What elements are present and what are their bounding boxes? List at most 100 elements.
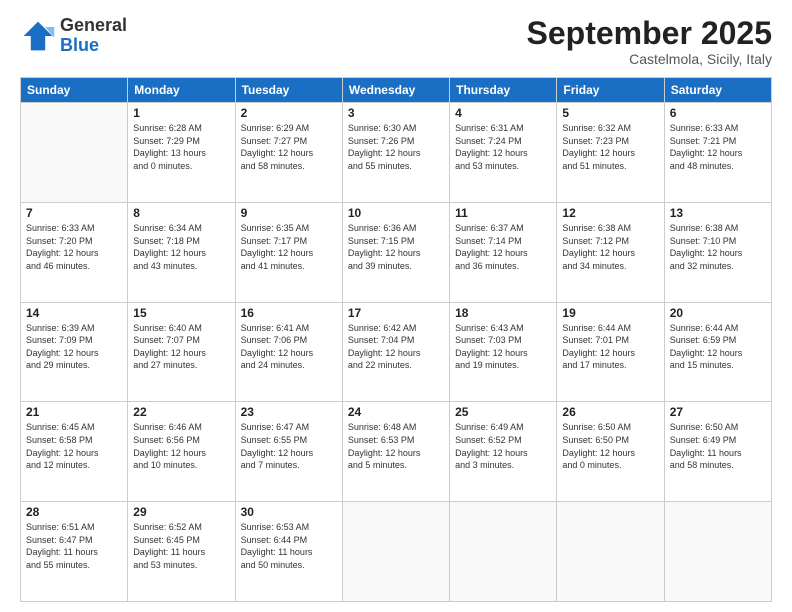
calendar-week-row: 1Sunrise: 6:28 AM Sunset: 7:29 PM Daylig…	[21, 103, 772, 203]
day-info: Sunrise: 6:52 AM Sunset: 6:45 PM Dayligh…	[133, 521, 229, 571]
day-info: Sunrise: 6:50 AM Sunset: 6:49 PM Dayligh…	[670, 421, 766, 471]
logo-icon	[20, 18, 56, 54]
day-number: 30	[241, 505, 337, 519]
day-number: 24	[348, 405, 444, 419]
calendar-cell: 4 Sunrise: 6:31 AM Sunset: 7:24 PM Daylig…	[450, 103, 557, 203]
day-info: Sunrise: 6:48 AM Sunset: 6:53 PM Dayligh…	[348, 421, 444, 471]
day-number: 25	[455, 405, 551, 419]
calendar-cell	[557, 502, 664, 602]
calendar-week-row: 21 Sunrise: 6:45 AM Sunset: 6:58 PM Dayli…	[21, 402, 772, 502]
day-info: Sunrise: 6:38 AM Sunset: 7:12 PM Dayligh…	[562, 222, 658, 272]
calendar-cell: 21 Sunrise: 6:45 AM Sunset: 6:58 PM Dayli…	[21, 402, 128, 502]
day-info: Sunrise: 6:32 AM Sunset: 7:23 PM Dayligh…	[562, 122, 658, 172]
header: General Blue September 2025 Castelmola, …	[20, 16, 772, 67]
day-number: 11	[455, 206, 551, 220]
calendar-week-row: 7Sunrise: 6:33 AM Sunset: 7:20 PM Daylig…	[21, 202, 772, 302]
title-block: September 2025 Castelmola, Sicily, Italy	[527, 16, 772, 67]
calendar-cell	[342, 502, 449, 602]
col-header-wednesday: Wednesday	[342, 78, 449, 103]
day-info: Sunrise: 6:37 AM Sunset: 7:14 PM Dayligh…	[455, 222, 551, 272]
calendar-cell: 19 Sunrise: 6:44 AM Sunset: 7:01 PM Dayli…	[557, 302, 664, 402]
day-info: Sunrise: 6:31 AM Sunset: 7:24 PM Dayligh…	[455, 122, 551, 172]
logo: General Blue	[20, 16, 127, 56]
day-info: Sunrise: 6:34 AM Sunset: 7:18 PM Dayligh…	[133, 222, 229, 272]
day-number: 3	[348, 106, 444, 120]
col-header-tuesday: Tuesday	[235, 78, 342, 103]
day-number: 21	[26, 405, 122, 419]
day-info: Sunrise: 6:28 AM Sunset: 7:29 PM Dayligh…	[133, 122, 229, 172]
day-number: 12	[562, 206, 658, 220]
col-header-monday: Monday	[128, 78, 235, 103]
day-info: Sunrise: 6:49 AM Sunset: 6:52 PM Dayligh…	[455, 421, 551, 471]
calendar-week-row: 28 Sunrise: 6:51 AM Sunset: 6:47 PM Dayli…	[21, 502, 772, 602]
calendar-cell: 27 Sunrise: 6:50 AM Sunset: 6:49 PM Dayli…	[664, 402, 771, 502]
day-info: Sunrise: 6:40 AM Sunset: 7:07 PM Dayligh…	[133, 322, 229, 372]
day-info: Sunrise: 6:53 AM Sunset: 6:44 PM Dayligh…	[241, 521, 337, 571]
calendar-cell: 28 Sunrise: 6:51 AM Sunset: 6:47 PM Dayli…	[21, 502, 128, 602]
day-info: Sunrise: 6:35 AM Sunset: 7:17 PM Dayligh…	[241, 222, 337, 272]
day-info: Sunrise: 6:50 AM Sunset: 6:50 PM Dayligh…	[562, 421, 658, 471]
day-info: Sunrise: 6:44 AM Sunset: 6:59 PM Dayligh…	[670, 322, 766, 372]
day-number: 20	[670, 306, 766, 320]
day-info: Sunrise: 6:51 AM Sunset: 6:47 PM Dayligh…	[26, 521, 122, 571]
calendar-header-row: SundayMondayTuesdayWednesdayThursdayFrid…	[21, 78, 772, 103]
calendar-cell: 12 Sunrise: 6:38 AM Sunset: 7:12 PM Dayli…	[557, 202, 664, 302]
col-header-friday: Friday	[557, 78, 664, 103]
day-info: Sunrise: 6:30 AM Sunset: 7:26 PM Dayligh…	[348, 122, 444, 172]
day-number: 16	[241, 306, 337, 320]
calendar-cell: 29 Sunrise: 6:52 AM Sunset: 6:45 PM Dayli…	[128, 502, 235, 602]
calendar-cell: 7Sunrise: 6:33 AM Sunset: 7:20 PM Daylig…	[21, 202, 128, 302]
day-number: 23	[241, 405, 337, 419]
calendar-cell: 17Sunrise: 6:42 AM Sunset: 7:04 PM Dayli…	[342, 302, 449, 402]
day-number: 5	[562, 106, 658, 120]
location-subtitle: Castelmola, Sicily, Italy	[527, 51, 772, 67]
calendar-cell: 8 Sunrise: 6:34 AM Sunset: 7:18 PM Daylig…	[128, 202, 235, 302]
col-header-sunday: Sunday	[21, 78, 128, 103]
day-info: Sunrise: 6:38 AM Sunset: 7:10 PM Dayligh…	[670, 222, 766, 272]
day-number: 14	[26, 306, 122, 320]
day-info: Sunrise: 6:41 AM Sunset: 7:06 PM Dayligh…	[241, 322, 337, 372]
day-number: 8	[133, 206, 229, 220]
calendar-cell	[450, 502, 557, 602]
calendar-cell: 18Sunrise: 6:43 AM Sunset: 7:03 PM Dayli…	[450, 302, 557, 402]
day-info: Sunrise: 6:33 AM Sunset: 7:21 PM Dayligh…	[670, 122, 766, 172]
calendar-week-row: 14 Sunrise: 6:39 AM Sunset: 7:09 PM Dayli…	[21, 302, 772, 402]
day-number: 13	[670, 206, 766, 220]
calendar-cell: 10 Sunrise: 6:36 AM Sunset: 7:15 PM Dayli…	[342, 202, 449, 302]
day-info: Sunrise: 6:36 AM Sunset: 7:15 PM Dayligh…	[348, 222, 444, 272]
day-number: 6	[670, 106, 766, 120]
day-number: 19	[562, 306, 658, 320]
day-info: Sunrise: 6:46 AM Sunset: 6:56 PM Dayligh…	[133, 421, 229, 471]
day-info: Sunrise: 6:45 AM Sunset: 6:58 PM Dayligh…	[26, 421, 122, 471]
day-number: 29	[133, 505, 229, 519]
calendar-cell: 5 Sunrise: 6:32 AM Sunset: 7:23 PM Daylig…	[557, 103, 664, 203]
day-number: 4	[455, 106, 551, 120]
day-number: 27	[670, 405, 766, 419]
day-number: 2	[241, 106, 337, 120]
calendar-cell: 11 Sunrise: 6:37 AM Sunset: 7:14 PM Dayli…	[450, 202, 557, 302]
calendar-cell: 23Sunrise: 6:47 AM Sunset: 6:55 PM Dayli…	[235, 402, 342, 502]
calendar-cell: 24 Sunrise: 6:48 AM Sunset: 6:53 PM Dayli…	[342, 402, 449, 502]
day-info: Sunrise: 6:33 AM Sunset: 7:20 PM Dayligh…	[26, 222, 122, 272]
calendar-cell: 13 Sunrise: 6:38 AM Sunset: 7:10 PM Dayli…	[664, 202, 771, 302]
calendar-cell: 9Sunrise: 6:35 AM Sunset: 7:17 PM Daylig…	[235, 202, 342, 302]
calendar-table: SundayMondayTuesdayWednesdayThursdayFrid…	[20, 77, 772, 602]
day-number: 26	[562, 405, 658, 419]
calendar-cell: 15 Sunrise: 6:40 AM Sunset: 7:07 PM Dayli…	[128, 302, 235, 402]
calendar-cell: 2 Sunrise: 6:29 AM Sunset: 7:27 PM Daylig…	[235, 103, 342, 203]
calendar-cell	[21, 103, 128, 203]
day-number: 18	[455, 306, 551, 320]
day-number: 15	[133, 306, 229, 320]
month-title: September 2025	[527, 16, 772, 51]
day-number: 28	[26, 505, 122, 519]
calendar-cell: 3 Sunrise: 6:30 AM Sunset: 7:26 PM Daylig…	[342, 103, 449, 203]
day-info: Sunrise: 6:42 AM Sunset: 7:04 PM Dayligh…	[348, 322, 444, 372]
day-number: 10	[348, 206, 444, 220]
day-info: Sunrise: 6:44 AM Sunset: 7:01 PM Dayligh…	[562, 322, 658, 372]
logo-text: General Blue	[60, 16, 127, 56]
calendar-cell	[664, 502, 771, 602]
day-info: Sunrise: 6:29 AM Sunset: 7:27 PM Dayligh…	[241, 122, 337, 172]
calendar-cell: 25 Sunrise: 6:49 AM Sunset: 6:52 PM Dayli…	[450, 402, 557, 502]
day-info: Sunrise: 6:39 AM Sunset: 7:09 PM Dayligh…	[26, 322, 122, 372]
calendar-cell: 20 Sunrise: 6:44 AM Sunset: 6:59 PM Dayli…	[664, 302, 771, 402]
